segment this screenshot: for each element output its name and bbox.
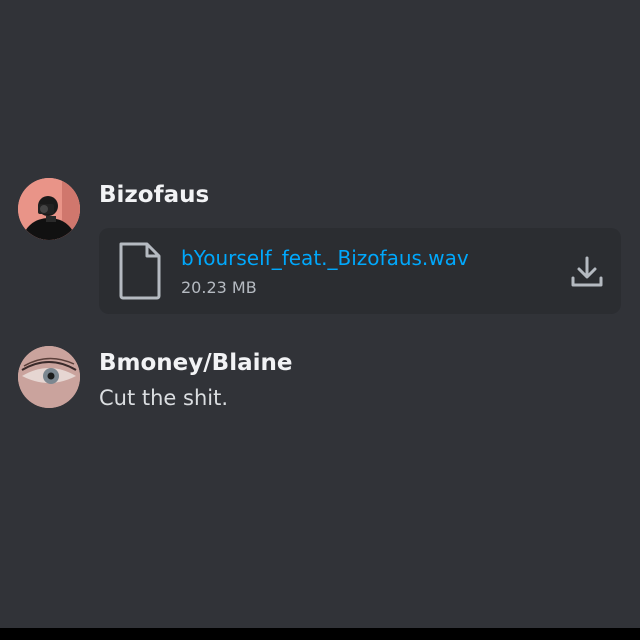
file-size: 20.23 MB (181, 278, 257, 297)
chat-screen: Bizofaus bYourself_feat._Bizofaus.wav 20… (0, 0, 640, 628)
avatar[interactable] (18, 346, 80, 408)
username[interactable]: Bmoney/Blaine (99, 350, 292, 376)
avatar-photo-icon (18, 346, 80, 408)
message-text: Cut the shit. (99, 386, 229, 410)
file-icon (119, 242, 161, 300)
download-icon[interactable] (569, 254, 605, 290)
avatar[interactable] (18, 178, 80, 240)
avatar-photo-icon (18, 178, 80, 240)
file-name-link[interactable]: bYourself_feat._Bizofaus.wav (181, 246, 469, 270)
username[interactable]: Bizofaus (99, 182, 209, 208)
file-attachment[interactable]: bYourself_feat._Bizofaus.wav 20.23 MB (99, 228, 621, 314)
bottom-bar (0, 628, 640, 640)
